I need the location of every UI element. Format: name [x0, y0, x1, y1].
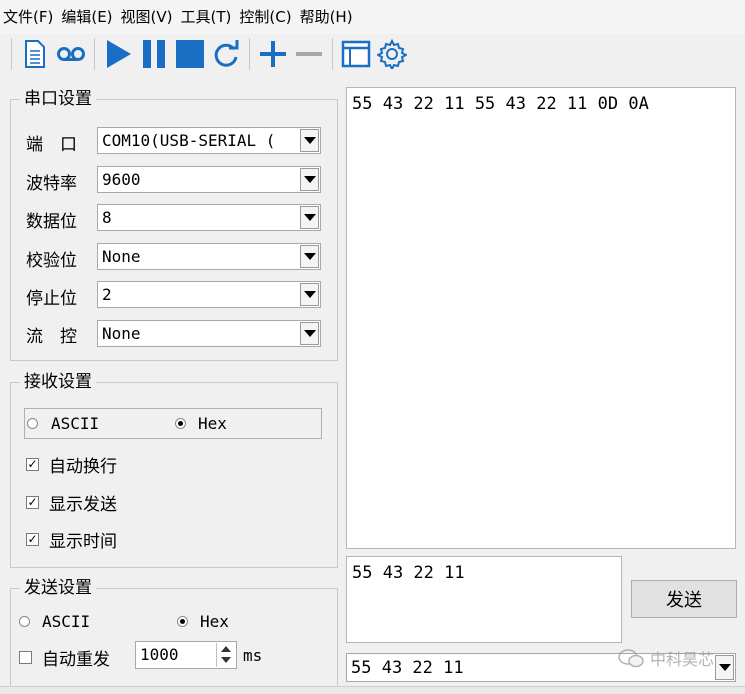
send-settings-group — [10, 588, 338, 687]
show-send-label: 显示发送 — [49, 495, 117, 515]
interval-unit: ms — [243, 646, 263, 665]
databits-select[interactable]: 8 — [97, 204, 321, 231]
send-hex-option[interactable]: Hex — [177, 612, 229, 631]
spin-down-icon[interactable] — [221, 657, 231, 663]
chevron-down-icon — [303, 253, 316, 260]
receive-hex-radio[interactable] — [175, 418, 186, 429]
receive-ascii-radio[interactable] — [27, 418, 38, 429]
port-select[interactable]: COM10(USB-SERIAL ( — [97, 127, 321, 154]
send-history-value: 55 43 22 11 — [351, 658, 464, 678]
send-ascii-option[interactable]: ASCII — [19, 612, 90, 631]
port-dropdown-button[interactable] — [300, 129, 319, 152]
menu-bar: 文件(F) 编辑(E) 视图(V) 工具(T) 控制(C) 帮助(H) — [0, 0, 745, 34]
send-hex-label: Hex — [200, 612, 229, 631]
refresh-icon[interactable] — [210, 38, 242, 70]
menu-help[interactable]: 帮助(H) — [297, 0, 358, 34]
baud-dropdown-button[interactable] — [300, 168, 319, 191]
auto-repeat-label: 自动重发 — [42, 650, 110, 670]
receive-area-text: 55 43 22 11 55 43 22 11 0D 0A — [352, 94, 649, 114]
send-button[interactable]: 发送 — [631, 580, 737, 618]
receive-area[interactable]: 55 43 22 11 55 43 22 11 0D 0A — [346, 87, 736, 549]
send-input[interactable]: 55 43 22 11 — [346, 556, 622, 643]
show-send-option[interactable]: ✓ 显示发送 — [26, 490, 117, 515]
minus-icon[interactable] — [293, 38, 325, 70]
toolbar-separator — [249, 38, 250, 70]
menu-edit[interactable]: 编辑(E) — [58, 0, 117, 34]
chevron-down-icon — [303, 176, 316, 183]
flow-value: None — [102, 324, 141, 343]
baud-label: 波特率 — [26, 174, 77, 194]
databits-label: 数据位 — [26, 212, 77, 232]
flow-dropdown-button[interactable] — [300, 322, 319, 345]
send-ascii-label: ASCII — [42, 612, 91, 631]
chevron-down-icon — [718, 664, 731, 671]
serial-settings-title: 串口设置 — [20, 89, 96, 109]
flow-label: 流 控 — [26, 327, 77, 347]
pause-icon[interactable] — [138, 38, 170, 70]
databits-value: 8 — [102, 208, 112, 227]
toolbar — [0, 34, 745, 74]
plus-icon[interactable] — [257, 38, 289, 70]
chevron-down-icon — [303, 291, 316, 298]
interval-spinner[interactable]: 1000 — [135, 641, 237, 669]
auto-repeat-checkbox[interactable] — [19, 651, 32, 664]
show-time-label: 显示时间 — [49, 532, 117, 552]
receive-ascii-option[interactable]: ASCII — [27, 414, 99, 433]
watermark: 中科昊芯 — [618, 646, 714, 670]
auto-wrap-label: 自动换行 — [49, 457, 117, 477]
toolbar-separator — [332, 38, 333, 70]
wechat-icon — [618, 649, 644, 668]
port-label: 端 口 — [26, 135, 77, 155]
watermark-text: 中科昊芯 — [650, 650, 715, 669]
window-icon[interactable] — [340, 38, 372, 70]
receive-ascii-label: ASCII — [51, 414, 100, 433]
send-input-text: 55 43 22 11 — [352, 563, 465, 583]
interval-spin-buttons[interactable] — [216, 643, 235, 667]
send-history-dropdown-button[interactable] — [715, 655, 734, 680]
menu-tools[interactable]: 工具(T) — [178, 0, 237, 34]
menu-view[interactable]: 视图(V) — [118, 0, 178, 34]
chevron-down-icon — [303, 137, 316, 144]
send-settings-title: 发送设置 — [20, 578, 96, 598]
receive-hex-label: Hex — [198, 414, 227, 433]
baud-select[interactable]: 9600 — [97, 166, 321, 193]
baud-value: 9600 — [102, 170, 141, 189]
parity-dropdown-button[interactable] — [300, 245, 319, 268]
auto-wrap-option[interactable]: ✓ 自动换行 — [26, 452, 117, 477]
flow-select[interactable]: None — [97, 320, 321, 347]
play-icon[interactable] — [102, 38, 134, 70]
show-time-option[interactable]: ✓ 显示时间 — [26, 527, 117, 552]
databits-dropdown-button[interactable] — [300, 206, 319, 229]
stopbits-value: 2 — [102, 285, 112, 304]
stopbits-dropdown-button[interactable] — [300, 283, 319, 306]
port-value: COM10(USB-SERIAL ( — [102, 131, 276, 150]
spin-up-icon[interactable] — [221, 646, 231, 652]
parity-select[interactable]: None — [97, 243, 321, 270]
menu-control[interactable]: 控制(C) — [236, 0, 296, 34]
toolbar-separator — [11, 38, 12, 70]
stopbits-select[interactable]: 2 — [97, 281, 321, 308]
show-time-checkbox[interactable]: ✓ — [26, 533, 39, 546]
gear-icon[interactable] — [376, 38, 408, 70]
stop-icon[interactable] — [174, 38, 206, 70]
stopbits-label: 停止位 — [26, 289, 77, 309]
receive-hex-option[interactable]: Hex — [175, 414, 227, 433]
send-hex-radio[interactable] — [177, 616, 188, 627]
receive-settings-title: 接收设置 — [20, 372, 96, 392]
record-icon[interactable] — [55, 38, 87, 70]
chevron-down-icon — [303, 214, 316, 221]
parity-label: 校验位 — [26, 251, 77, 271]
interval-value[interactable]: 1000 — [140, 642, 179, 668]
parity-value: None — [102, 247, 141, 266]
toolbar-separator — [94, 38, 95, 70]
show-send-checkbox[interactable]: ✓ — [26, 496, 39, 509]
auto-wrap-checkbox[interactable]: ✓ — [26, 458, 39, 471]
auto-repeat-option[interactable]: 自动重发 — [19, 645, 110, 670]
document-icon[interactable] — [19, 38, 51, 70]
menu-file[interactable]: 文件(F) — [0, 0, 58, 34]
send-ascii-radio[interactable] — [19, 616, 30, 627]
chevron-down-icon — [303, 330, 316, 337]
